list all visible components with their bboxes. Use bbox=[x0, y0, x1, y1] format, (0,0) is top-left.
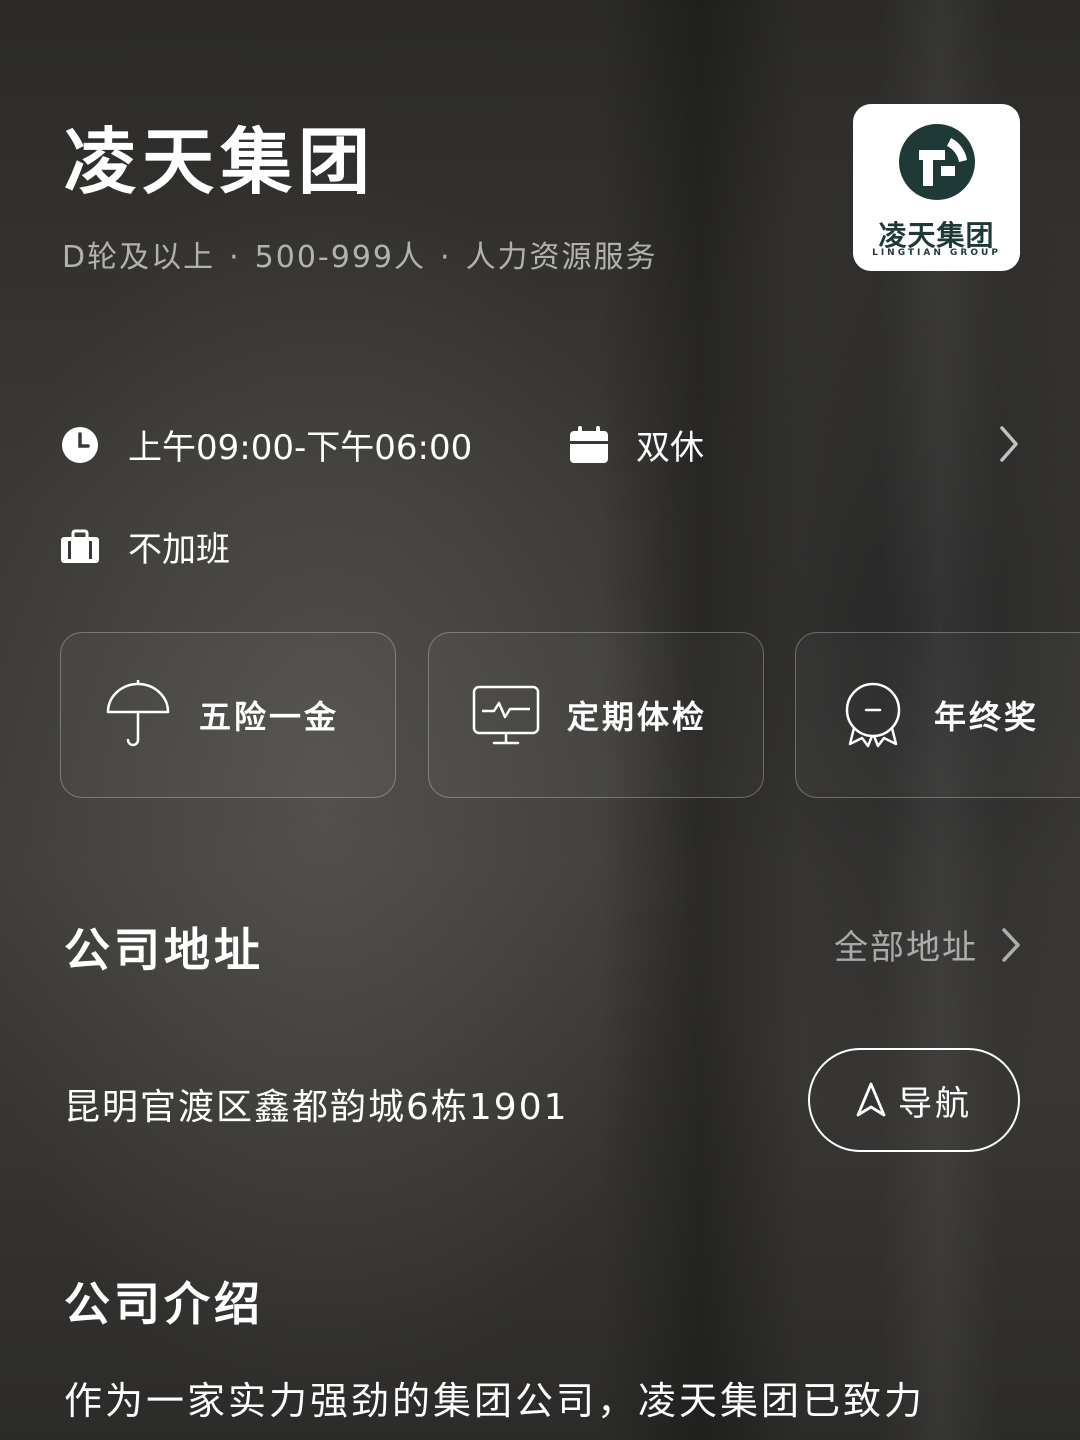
company-size: 500-999人 bbox=[254, 240, 427, 275]
benefit-label: 五险一金 bbox=[199, 698, 340, 736]
rest-days-text: 双休 bbox=[636, 428, 704, 468]
benefit-card[interactable]: 定期体检 bbox=[428, 632, 764, 798]
all-addresses-link[interactable]: 全部地址 bbox=[834, 920, 1022, 969]
all-addresses-label: 全部地址 bbox=[834, 928, 978, 968]
address-section-title: 公司地址 bbox=[64, 923, 264, 977]
work-hours-text: 上午09:00-下午06:00 bbox=[128, 428, 473, 468]
benefit-label: 定期体检 bbox=[567, 698, 708, 736]
medal-icon bbox=[838, 680, 908, 750]
navigate-label: 导航 bbox=[898, 1083, 972, 1124]
chevron-right-icon bbox=[1002, 927, 1020, 962]
company-logo: 凌天集团 LINGTIAN GROUP bbox=[853, 104, 1020, 271]
logo-mark-icon bbox=[899, 124, 975, 200]
meta-separator: · bbox=[229, 240, 241, 275]
logo-text-en: LINGTIAN GROUP bbox=[872, 248, 1001, 258]
navigation-icon bbox=[856, 1082, 886, 1117]
company-name: 凌天集团 bbox=[64, 120, 377, 204]
overtime-text: 不加班 bbox=[128, 530, 230, 570]
work-hours: 上午09:00-下午06:00 bbox=[60, 420, 472, 469]
industry: 人力资源服务 bbox=[465, 240, 658, 275]
company-address: 昆明官渡区鑫都韵城6栋1901 bbox=[64, 1087, 569, 1128]
chevron-right-icon[interactable] bbox=[996, 424, 1022, 464]
calendar-icon bbox=[570, 425, 608, 463]
navigate-button[interactable]: 导航 bbox=[808, 1048, 1020, 1152]
company-meta: D轮及以上 · 500-999人 · 人力资源服务 bbox=[62, 232, 658, 276]
company-intro-text: 作为一家实力强劲的集团公司，凌天集团已致力 bbox=[64, 1379, 926, 1423]
rest-days[interactable]: 双休 bbox=[568, 420, 704, 469]
benefit-card[interactable]: 五险一金 bbox=[60, 632, 396, 798]
monitor-icon bbox=[471, 680, 541, 750]
umbrella-icon bbox=[103, 680, 173, 750]
clock-icon bbox=[62, 426, 98, 463]
benefit-card[interactable]: 年终奖 bbox=[795, 632, 1080, 798]
intro-section-title: 公司介绍 bbox=[64, 1277, 264, 1331]
meta-separator: · bbox=[440, 240, 452, 275]
briefcase-icon bbox=[61, 529, 99, 563]
funding-stage: D轮及以上 bbox=[62, 240, 216, 275]
benefit-label: 年终奖 bbox=[934, 698, 1040, 736]
overtime: 不加班 bbox=[60, 522, 230, 571]
